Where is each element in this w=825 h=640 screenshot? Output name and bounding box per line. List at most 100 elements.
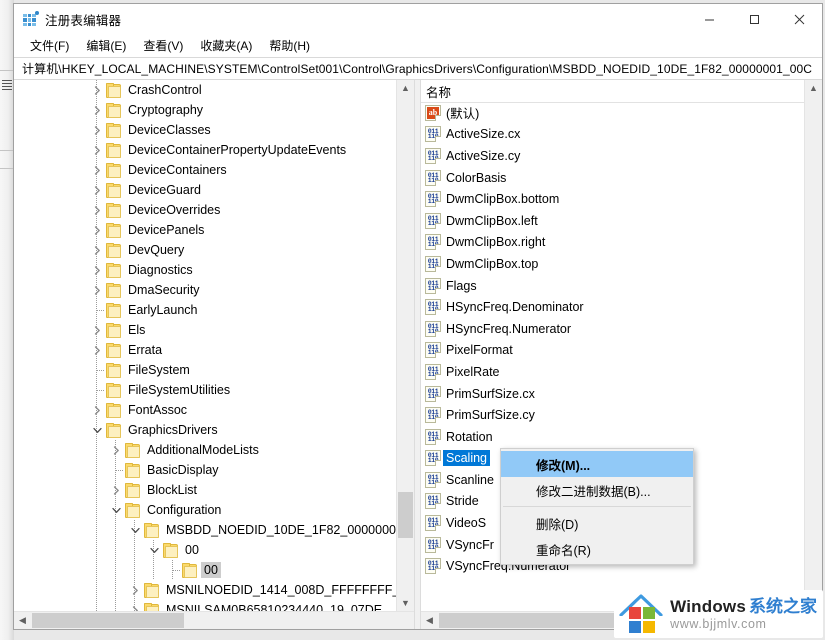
tree-scroll-down-button[interactable]: ▼ xyxy=(397,595,414,612)
tree-node[interactable]: DeviceGuard xyxy=(14,180,397,200)
tree-node[interactable]: DeviceOverrides xyxy=(14,200,397,220)
tree-node[interactable]: 00 xyxy=(14,560,397,580)
chevron-right-icon[interactable] xyxy=(89,80,105,100)
chevron-right-icon[interactable] xyxy=(108,440,124,460)
values-hscrollbar-thumb[interactable] xyxy=(439,613,639,628)
value-row[interactable]: 011110DwmClipBox.rightRE xyxy=(421,232,805,254)
tree-node[interactable]: Errata xyxy=(14,340,397,360)
tree-node[interactable]: CrashControl xyxy=(14,80,397,100)
close-button[interactable] xyxy=(777,4,822,34)
folder-icon xyxy=(105,122,121,138)
folder-icon xyxy=(105,282,121,298)
value-row[interactable]: 011110HSyncFreq.DenominatorRE xyxy=(421,296,805,318)
values-scroll-up-button[interactable]: ▲ xyxy=(805,80,822,97)
value-row[interactable]: 011110PrimSurfSize.cyRE xyxy=(421,404,805,426)
tree-hscrollbar-thumb[interactable] xyxy=(32,613,184,628)
tree-node[interactable]: DevicePanels xyxy=(14,220,397,240)
value-name: PrimSurfSize.cx xyxy=(446,386,535,401)
tree-node[interactable]: FileSystem xyxy=(14,360,397,380)
column-header-name[interactable]: 名称 xyxy=(421,80,814,102)
value-row[interactable]: ab(默认)RE xyxy=(421,102,805,124)
menu-edit[interactable]: 编辑(E) xyxy=(79,35,133,56)
chevron-down-icon[interactable] xyxy=(146,540,162,560)
chevron-down-icon[interactable] xyxy=(108,500,124,520)
chevron-right-icon[interactable] xyxy=(89,260,105,280)
tree-horizontal-scrollbar[interactable]: ◀ ▶ xyxy=(14,611,414,629)
value-row[interactable]: 011110HSyncFreq.NumeratorRE xyxy=(421,318,805,340)
chevron-right-icon[interactable] xyxy=(89,100,105,120)
chevron-down-icon[interactable] xyxy=(127,520,143,540)
tree-node[interactable]: FileSystemUtilities xyxy=(14,380,397,400)
chevron-right-icon[interactable] xyxy=(89,160,105,180)
chevron-right-icon[interactable] xyxy=(89,320,105,340)
chevron-down-icon[interactable] xyxy=(89,420,105,440)
menu-file[interactable]: 文件(F) xyxy=(23,35,76,56)
chevron-right-icon[interactable] xyxy=(127,580,143,600)
tree-node[interactable]: AdditionalModeLists xyxy=(14,440,397,460)
tree-node[interactable]: Els xyxy=(14,320,397,340)
pane-splitter[interactable] xyxy=(414,80,421,629)
background-lines-icon xyxy=(2,80,12,94)
tree-node[interactable]: BasicDisplay xyxy=(14,460,397,480)
value-row[interactable]: 011110DwmClipBox.bottomRE xyxy=(421,188,805,210)
tree-node[interactable]: FontAssoc xyxy=(14,400,397,420)
values-vertical-scrollbar[interactable]: ▲ ▼ xyxy=(804,80,822,612)
tree-node[interactable]: GraphicsDrivers xyxy=(14,420,397,440)
chevron-right-icon[interactable] xyxy=(89,280,105,300)
menu-favorites[interactable]: 收藏夹(A) xyxy=(193,35,259,56)
value-row[interactable]: 011110ActiveSize.cxRE xyxy=(421,124,805,146)
menu-view[interactable]: 查看(V) xyxy=(136,35,190,56)
value-row[interactable]: 011110PixelRateRE xyxy=(421,361,805,383)
tree-node[interactable]: MSBDD_NOEDID_10DE_1F82_0000000 xyxy=(14,520,397,540)
context-menu-item[interactable]: 重命名(R) xyxy=(501,536,693,562)
value-row[interactable]: 011110ActiveSize.cyRE xyxy=(421,145,805,167)
chevron-right-icon[interactable] xyxy=(89,340,105,360)
value-row[interactable]: 011110DwmClipBox.topRE xyxy=(421,253,805,275)
value-row[interactable]: 011110PrimSurfSize.cxRE xyxy=(421,383,805,405)
minimize-button[interactable] xyxy=(687,4,732,34)
tree-node[interactable]: 00 xyxy=(14,540,397,560)
value-row[interactable]: 011110DwmClipBox.leftRE xyxy=(421,210,805,232)
chevron-right-icon[interactable] xyxy=(108,480,124,500)
tree-node[interactable]: EarlyLaunch xyxy=(14,300,397,320)
chevron-right-icon[interactable] xyxy=(89,140,105,160)
tree-node[interactable]: DevQuery xyxy=(14,240,397,260)
value-row[interactable]: 011110ColorBasisRE xyxy=(421,167,805,189)
folder-icon xyxy=(105,102,121,118)
value-row[interactable]: 011110RotationRE xyxy=(421,426,805,448)
context-menu-item[interactable]: 删除(D) xyxy=(501,510,693,536)
tree-node[interactable]: DmaSecurity xyxy=(14,280,397,300)
tree-scroll-left-button[interactable]: ◀ xyxy=(14,612,31,629)
tree-node[interactable]: DeviceClasses xyxy=(14,120,397,140)
chevron-right-icon[interactable] xyxy=(89,200,105,220)
context-menu-item[interactable]: 修改(M)... xyxy=(501,451,693,477)
context-menu-item[interactable]: 修改二进制数据(B)... xyxy=(501,477,693,503)
tree-node[interactable]: Configuration xyxy=(14,500,397,520)
tree-scrollbar-thumb[interactable] xyxy=(398,492,413,538)
address-bar[interactable]: 计算机\HKEY_LOCAL_MACHINE\SYSTEM\ControlSet… xyxy=(14,57,822,80)
tree-vertical-scrollbar[interactable]: ▲ ▼ xyxy=(396,80,414,612)
folder-icon xyxy=(105,82,121,98)
tree-node[interactable]: DeviceContainers xyxy=(14,160,397,180)
registry-tree[interactable]: CrashControl Cryptography DeviceClasses Dev… xyxy=(14,80,397,612)
binary-value-icon: 011 110 xyxy=(425,234,441,251)
tree-node[interactable]: Cryptography xyxy=(14,100,397,120)
maximize-button[interactable] xyxy=(732,4,777,34)
chevron-right-icon[interactable] xyxy=(89,240,105,260)
tree-node-label: GraphicsDrivers xyxy=(128,423,218,437)
chevron-right-icon[interactable] xyxy=(89,180,105,200)
menu-help[interactable]: 帮助(H) xyxy=(262,35,317,56)
tree-node[interactable]: DeviceContainerPropertyUpdateEvents xyxy=(14,140,397,160)
chevron-right-icon[interactable] xyxy=(89,120,105,140)
tree-scroll-up-button[interactable]: ▲ xyxy=(397,80,414,97)
value-row[interactable]: 011110FlagsRE xyxy=(421,275,805,297)
tree-node[interactable]: Diagnostics xyxy=(14,260,397,280)
tree-node[interactable]: BlockList xyxy=(14,480,397,500)
tree-node[interactable]: MSNILNOEDID_1414_008D_FFFFFFFF_F xyxy=(14,580,397,600)
context-menu[interactable]: 修改(M)... 修改二进制数据(B)... 删除(D) 重命名(R) xyxy=(500,448,694,565)
value-name: DwmClipBox.right xyxy=(446,235,546,250)
chevron-right-icon[interactable] xyxy=(89,220,105,240)
values-scroll-left-button[interactable]: ◀ xyxy=(421,612,438,629)
value-row[interactable]: 011110PixelFormatRE xyxy=(421,340,805,362)
chevron-right-icon[interactable] xyxy=(89,400,105,420)
